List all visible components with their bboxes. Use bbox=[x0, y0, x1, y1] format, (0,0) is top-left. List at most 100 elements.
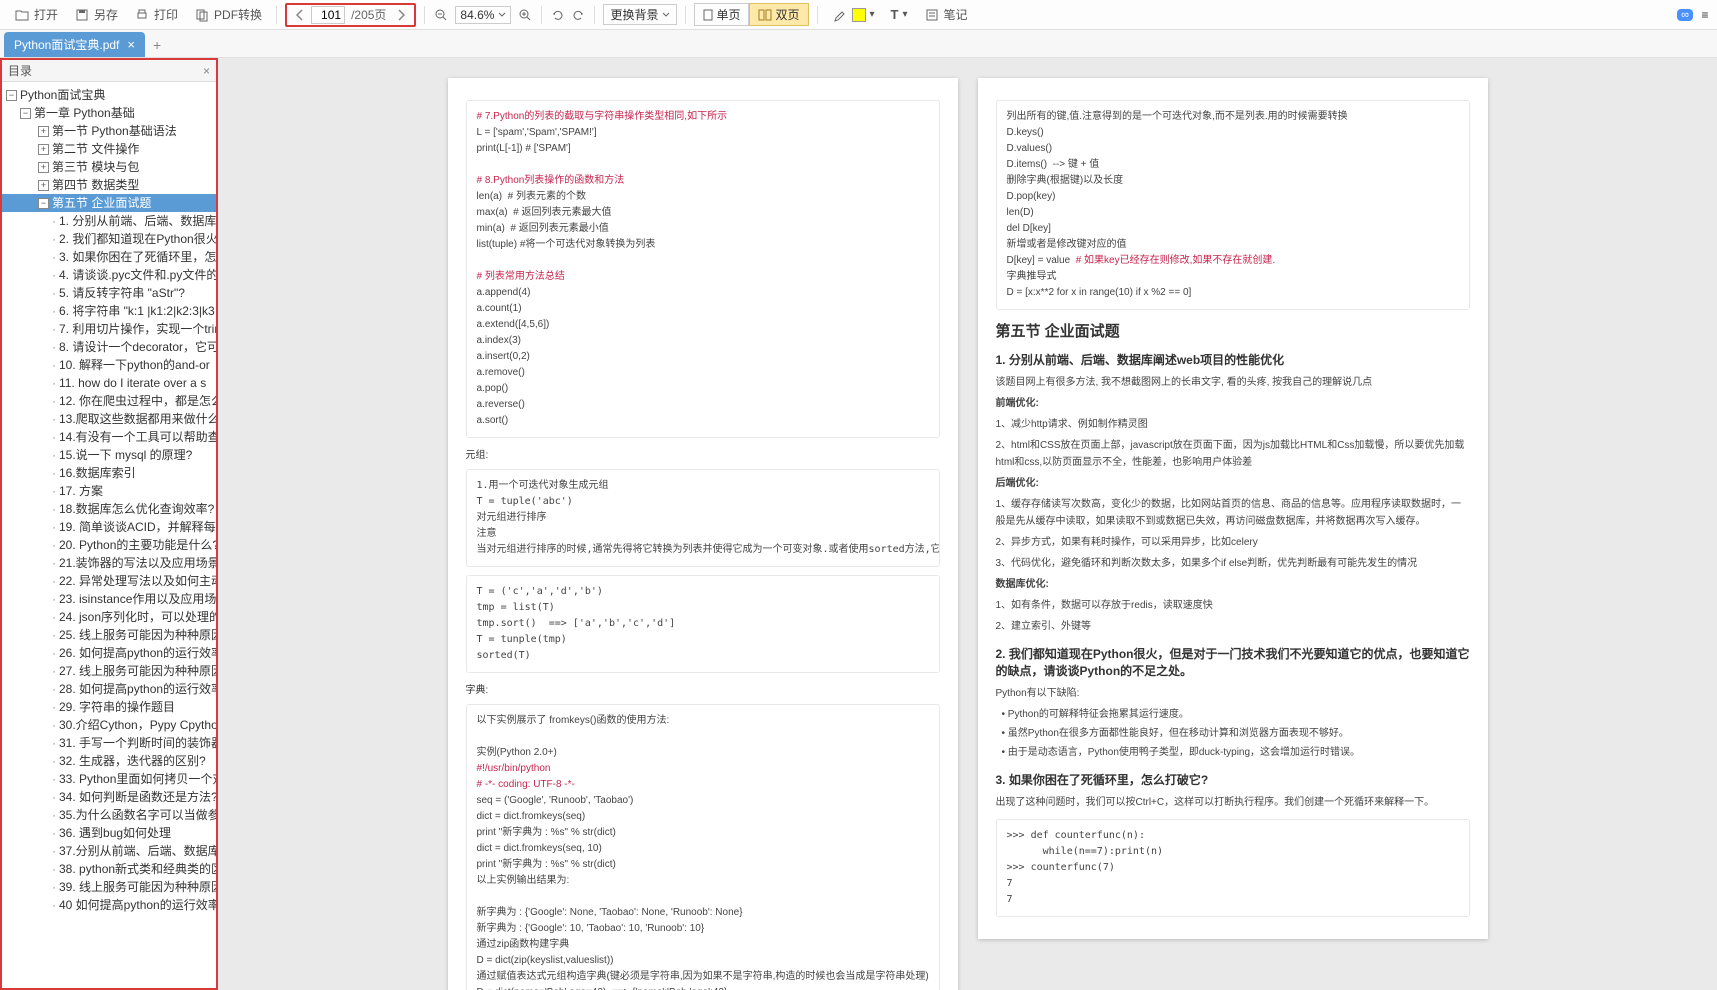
tree-node-leaf[interactable]: 22. 异常处理写法以及如何主动 bbox=[2, 572, 216, 590]
tree-node-section[interactable]: +第三节 模块与包 bbox=[2, 158, 216, 176]
code-block: 以下实例展示了 fromkeys()函数的使用方法: 实例(Python 2.0… bbox=[466, 704, 940, 990]
tree-node-leaf[interactable]: 13.爬取这些数据都用来做什么 bbox=[2, 410, 216, 428]
tree-node-leaf[interactable]: 14.有没有一个工具可以帮助查 bbox=[2, 428, 216, 446]
paragraph: 3、代码优化，避免循环和判断次数太多，如果多个if else判断，优先判断最有可… bbox=[996, 555, 1470, 572]
tree-node-leaf[interactable]: 6. 将字符串 "k:1 |k1:2|k2:3|k3 bbox=[2, 302, 216, 320]
tree-node-leaf[interactable]: 33. Python里面如何拷贝一个对 bbox=[2, 770, 216, 788]
zoom-out-button[interactable] bbox=[433, 7, 449, 23]
tree-node-leaf[interactable]: 37.分别从前端、后端、数据库 bbox=[2, 842, 216, 860]
tree-node-chapter[interactable]: −第一章 Python基础 bbox=[2, 104, 216, 122]
menu-icon[interactable]: ≡ bbox=[1697, 7, 1713, 23]
tree-node-leaf[interactable]: 5. 请反转字符串 "aStr"? bbox=[2, 284, 216, 302]
tree-node-leaf[interactable]: 40 如何提高python的运行效率 bbox=[2, 896, 216, 914]
tree-node-leaf[interactable]: 2. 我们都知道现在Python很火 bbox=[2, 230, 216, 248]
separator bbox=[424, 6, 425, 24]
tree-node-leaf[interactable]: 18.数据库怎么优化查询效率? bbox=[2, 500, 216, 518]
printer-icon bbox=[134, 7, 150, 23]
arrow-left-icon bbox=[294, 9, 306, 21]
tree-node-leaf[interactable]: 19. 简单谈谈ACID，并解释每 bbox=[2, 518, 216, 536]
change-background-select[interactable]: 更换背景 bbox=[603, 4, 677, 25]
separator bbox=[541, 6, 542, 24]
tree-node-leaf[interactable]: 10. 解释一下python的and-or bbox=[2, 356, 216, 374]
prev-page-button[interactable] bbox=[291, 6, 309, 24]
tree-node-section[interactable]: +第四节 数据类型 bbox=[2, 176, 216, 194]
tab-close-button[interactable]: × bbox=[127, 37, 135, 52]
sidebar-outline: 目录 × −Python面试宝典 −第一章 Python基础 +第一节 Pyth… bbox=[0, 58, 218, 990]
document-tab[interactable]: Python面试宝典.pdf × bbox=[4, 32, 145, 57]
print-button[interactable]: 打印 bbox=[128, 4, 184, 25]
tree-node-leaf[interactable]: 17. 方案 bbox=[2, 482, 216, 500]
separator bbox=[276, 6, 277, 24]
highlight-button[interactable]: ▾ bbox=[826, 5, 881, 25]
tree-node-leaf[interactable]: 4. 请谈谈.pyc文件和.py文件的 bbox=[2, 266, 216, 284]
tree-node-leaf[interactable]: 3. 如果你困在了死循环里，怎 bbox=[2, 248, 216, 266]
toolbar: 打开 另存 打印 PDF转换 /205页 bbox=[0, 0, 1717, 30]
label: 数据库优化: bbox=[996, 576, 1470, 593]
tree-node-leaf[interactable]: 24. json序列化时，可以处理的 bbox=[2, 608, 216, 626]
double-page-button[interactable]: 双页 bbox=[749, 3, 808, 26]
tree-node-leaf[interactable]: 35.为什么函数名字可以当做参 bbox=[2, 806, 216, 824]
tree-node-leaf[interactable]: 31. 手写一个判断时间的装饰器 bbox=[2, 734, 216, 752]
paragraph: 2、异步方式，如果有耗时操作，可以采用异步，比如celery bbox=[996, 534, 1470, 551]
tree-node-leaf[interactable]: 20. Python的主要功能是什么? bbox=[2, 536, 216, 554]
paragraph: 2、html和CSS放在页面上部，javascript放在页面下面，因为js加载… bbox=[996, 437, 1470, 471]
list-item: 由于是动态语言，Python使用鸭子类型，即duck-typing，这会增加运行… bbox=[1014, 744, 1470, 761]
zoom-controls: 84.6% bbox=[433, 6, 533, 24]
tree-node-leaf[interactable]: 1. 分别从前端、后端、数据库 bbox=[2, 212, 216, 230]
paragraph: Python有以下缺陷: bbox=[996, 685, 1470, 702]
tree-node-leaf[interactable]: 32. 生成器，迭代器的区别? bbox=[2, 752, 216, 770]
tree-node-leaf[interactable]: 12. 你在爬虫过程中，都是怎么 bbox=[2, 392, 216, 410]
tree-node-section[interactable]: +第一节 Python基础语法 bbox=[2, 122, 216, 140]
tree-node-leaf[interactable]: 30.介绍Cython，Pypy Cpython bbox=[2, 716, 216, 734]
infinity-badge[interactable]: ∞ bbox=[1677, 9, 1693, 21]
tree-node-section[interactable]: +第二节 文件操作 bbox=[2, 140, 216, 158]
pdf-convert-button[interactable]: PDF转换 bbox=[188, 4, 268, 25]
tree-node-leaf[interactable]: 7. 利用切片操作，实现一个trim bbox=[2, 320, 216, 338]
notebook-icon bbox=[924, 7, 940, 23]
tree-node-leaf[interactable]: 11. how do I iterate over a s bbox=[2, 374, 216, 392]
tree-node-leaf[interactable]: 16.数据库索引 bbox=[2, 464, 216, 482]
tree-node-leaf[interactable]: 23. isinstance作用以及应用场 bbox=[2, 590, 216, 608]
new-tab-button[interactable]: + bbox=[145, 33, 169, 57]
tree-node-leaf[interactable]: 8. 请设计一个decorator，它可 bbox=[2, 338, 216, 356]
page-input[interactable] bbox=[311, 6, 345, 24]
tree-node-leaf[interactable]: 36. 遇到bug如何处理 bbox=[2, 824, 216, 842]
page-viewport[interactable]: # 7.Python的列表的截取与字符串操作类型相同,如下所示 L = ['sp… bbox=[218, 58, 1717, 990]
zoom-select[interactable]: 84.6% bbox=[455, 6, 511, 24]
tree-node-leaf[interactable]: 25. 线上服务可能因为种种原因 bbox=[2, 626, 216, 644]
tree-node-leaf[interactable]: 39. 线上服务可能因为种种原因 bbox=[2, 878, 216, 896]
page-total-label: /205页 bbox=[347, 6, 390, 23]
tree-node-section-selected[interactable]: −第五节 企业面试题 bbox=[2, 194, 216, 212]
sidebar-close-button[interactable]: × bbox=[203, 64, 210, 78]
arrow-right-icon bbox=[395, 9, 407, 21]
save-as-button[interactable]: 另存 bbox=[68, 4, 124, 25]
chevron-down-icon bbox=[662, 11, 670, 19]
rotate-left-button[interactable] bbox=[550, 7, 566, 23]
main-split: 目录 × −Python面试宝典 −第一章 Python基础 +第一节 Pyth… bbox=[0, 58, 1717, 990]
color-swatch bbox=[852, 8, 866, 22]
single-page-button[interactable]: 单页 bbox=[694, 3, 749, 26]
tree-node-leaf[interactable]: 38. python新式类和经典类的区 bbox=[2, 860, 216, 878]
rotate-right-button[interactable] bbox=[570, 7, 586, 23]
paragraph: 出现了这种问题时，我们可以按Ctrl+C，这样可以打断执行程序。我们创建一个死循… bbox=[996, 794, 1470, 811]
page-navigation: /205页 bbox=[285, 3, 416, 27]
zoom-in-button[interactable] bbox=[517, 7, 533, 23]
tree-node-leaf[interactable]: 21.装饰器的写法以及应用场景 bbox=[2, 554, 216, 572]
code-block: 列出所有的键,值.注意得到的是一个可迭代对象,而不是列表.用的时候需要转换 D.… bbox=[996, 100, 1470, 310]
paragraph: 1、缓存存储读写次数高，变化少的数据，比如网站首页的信息、商品的信息等。应用程序… bbox=[996, 496, 1470, 530]
pdf-page-left: # 7.Python的列表的截取与字符串操作类型相同,如下所示 L = ['sp… bbox=[448, 78, 958, 990]
tree-node-leaf[interactable]: 28. 如何提高python的运行效率 bbox=[2, 680, 216, 698]
tree-node-leaf[interactable]: 29. 字符串的操作题目 bbox=[2, 698, 216, 716]
folder-open-icon bbox=[14, 7, 30, 23]
tab-label: Python面试宝典.pdf bbox=[14, 36, 119, 53]
tree-node-leaf[interactable]: 15.说一下 mysql 的原理? bbox=[2, 446, 216, 464]
notes-button[interactable]: 笔记 bbox=[918, 4, 974, 25]
tree-node-leaf[interactable]: 27. 线上服务可能因为种种原因 bbox=[2, 662, 216, 680]
text-tool-button[interactable]: T▾ bbox=[885, 5, 914, 24]
tree-node-leaf[interactable]: 26. 如何提高python的运行效率 bbox=[2, 644, 216, 662]
next-page-button[interactable] bbox=[392, 6, 410, 24]
tree-node-root[interactable]: −Python面试宝典 bbox=[2, 86, 216, 104]
outline-tree[interactable]: −Python面试宝典 −第一章 Python基础 +第一节 Python基础语… bbox=[2, 82, 216, 988]
open-button[interactable]: 打开 bbox=[8, 4, 64, 25]
tree-node-leaf[interactable]: 34. 如何判断是函数还是方法? bbox=[2, 788, 216, 806]
